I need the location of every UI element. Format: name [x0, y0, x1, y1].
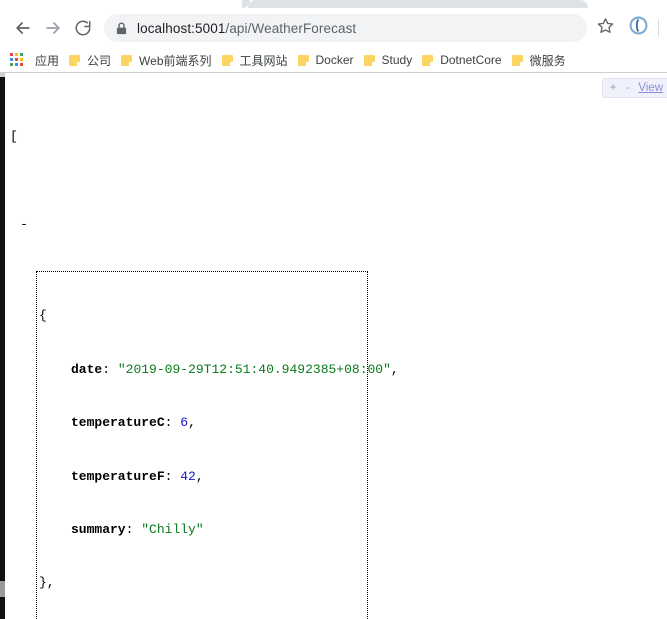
json-colon: : [164, 415, 173, 431]
folder-icon [297, 54, 311, 66]
json-pair-temperatureF-0: temperatureF: 42, [39, 468, 363, 486]
json-comma: , [188, 415, 196, 431]
json-value-date-0: "2019-09-29T12:51:40.9492385+08:00" [117, 361, 391, 377]
bookmarks-bar: 应用 公司 Web前端系列 工具网站 Docker Study DotnetCo… [0, 48, 667, 72]
bookmark-label: 公司 [87, 53, 112, 68]
star-icon [597, 17, 614, 39]
json-value-temperatureF-0: 42 [180, 468, 196, 484]
address-bar-text: localhost:5001/api/WeatherForecast [137, 21, 356, 36]
extension-circle-icon [629, 16, 648, 40]
browser-window: localhost:5001/api/WeatherForecast 应用 公司… [0, 0, 667, 619]
back-button[interactable] [8, 13, 38, 43]
json-colon: : [125, 521, 134, 537]
bookmark-label: 应用 [35, 53, 60, 68]
active-tab[interactable] [248, 0, 588, 8]
url-host: localhost:5001 [137, 20, 226, 36]
json-key: temperatureF [71, 468, 165, 484]
folder-icon [511, 54, 525, 66]
browser-toolbar: localhost:5001/api/WeatherForecast [0, 8, 667, 48]
bookmark-label: Web前端系列 [139, 53, 212, 68]
json-value-temperatureC-0: 6 [180, 415, 189, 431]
json-comma: , [195, 468, 204, 484]
bookmark-label: 工具网站 [239, 53, 288, 68]
bookmark-item-3[interactable]: Docker [294, 50, 360, 70]
folder-icon [221, 54, 235, 66]
json-key: temperatureC [71, 415, 165, 431]
json-colon: : [102, 361, 111, 377]
arrow-left-icon [13, 18, 33, 38]
bookmark-item-5[interactable]: DotnetCore [418, 50, 507, 70]
collapse-toggle-0[interactable]: - [19, 217, 29, 235]
json-pair-date-0: date: "2019-09-29T12:51:40.9492385+08:00… [39, 361, 399, 379]
bookmark-label: Docker [315, 53, 354, 67]
bookmark-label: DotnetCore [440, 53, 502, 67]
url-path: /api/WeatherForecast [225, 20, 357, 36]
address-bar[interactable]: localhost:5001/api/WeatherForecast [104, 14, 587, 42]
page-content: + - View [ - { date: "2019-09-29T12:51:4… [0, 72, 667, 619]
bookmark-item-2[interactable]: 工具网站 [218, 50, 294, 70]
toolbar-divider [658, 19, 659, 37]
json-object-body-0: { date: "2019-09-29T12:51:40.9492385+08:… [36, 270, 399, 619]
bookmark-label: Study [381, 53, 413, 67]
arrow-right-icon [43, 18, 63, 38]
object-close-brace: }, [39, 575, 55, 591]
array-open-bracket: [ [10, 129, 18, 145]
bookmark-item-apps[interactable]: 应用 [31, 50, 65, 70]
apps-grid-icon[interactable] [10, 53, 24, 67]
json-pair-summary-0: summary: "Chilly" [39, 521, 363, 539]
json-colon: : [164, 468, 173, 484]
bookmark-label: 微服务 [529, 53, 566, 68]
json-key: summary [71, 521, 126, 537]
folder-icon [422, 54, 435, 66]
lock-icon [114, 21, 128, 35]
forward-button[interactable] [38, 13, 68, 43]
folder-icon [69, 54, 82, 66]
json-key: date [71, 361, 103, 377]
bookmark-item-6[interactable]: 微服务 [508, 50, 572, 70]
folder-icon [363, 54, 377, 66]
json-object-0[interactable]: - { date: "2019-09-29T12:51:40.9492385+0… [0, 217, 667, 619]
json-pair-temperatureC-0: temperatureC: 6, [39, 414, 363, 432]
bookmark-item-0[interactable]: 公司 [65, 50, 117, 70]
json-tree: [ - { date: "2019-09-29T12:51:40.9492385… [0, 75, 667, 619]
content-top-border [5, 72, 667, 73]
tab-strip [0, 0, 667, 8]
bookmark-item-1[interactable]: Web前端系列 [117, 50, 217, 70]
bookmark-star-button[interactable] [591, 14, 619, 42]
object-open-brace: { [39, 308, 47, 324]
json-value-summary-0: "Chilly" [141, 521, 204, 537]
folder-icon [121, 54, 134, 66]
json-comma: , [390, 361, 399, 377]
extension-button[interactable] [625, 15, 651, 41]
reload-icon [74, 19, 92, 37]
reload-button[interactable] [68, 13, 98, 43]
bookmark-item-4[interactable]: Study [360, 50, 419, 70]
